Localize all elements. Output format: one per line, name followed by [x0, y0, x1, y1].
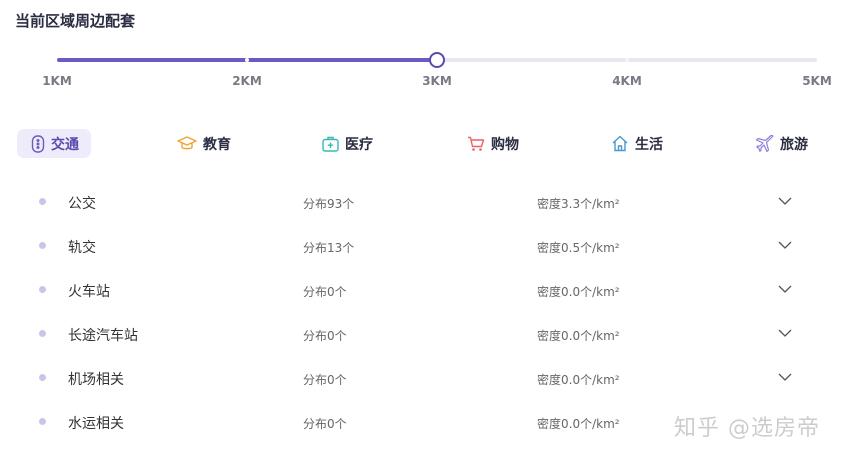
tab-label: 教育: [203, 136, 231, 153]
bullet-dot: [39, 330, 46, 337]
list-item-airport[interactable]: 机场相关 分布0个 密度0.0个/km²: [0, 356, 855, 400]
facility-name: 轨交: [68, 240, 96, 256]
facility-name: 水运相关: [68, 416, 124, 432]
chevron-down-icon[interactable]: [777, 328, 793, 338]
facility-count: 分布0个: [303, 329, 347, 343]
facility-density: 密度0.5个/km²: [537, 241, 620, 255]
shopping-cart-icon: [468, 136, 485, 151]
list-item-train-station[interactable]: 火车站 分布0个 密度0.0个/km²: [0, 268, 855, 312]
tab-label: 旅游: [780, 136, 808, 153]
bullet-dot: [39, 374, 46, 381]
slider-tick-label[interactable]: 2KM: [232, 74, 262, 88]
facility-count: 分布0个: [303, 373, 347, 387]
facility-density: 密度0.0个/km²: [537, 285, 620, 299]
tab-shopping[interactable]: 购物: [453, 129, 531, 158]
chevron-down-icon[interactable]: [777, 372, 793, 382]
slider-tick-label[interactable]: 5KM: [802, 74, 832, 88]
facility-name: 公交: [68, 196, 96, 212]
tab-medical[interactable]: 医疗: [308, 129, 385, 158]
facility-count: 分布0个: [303, 285, 347, 299]
house-icon: [612, 135, 628, 152]
facility-count: 分布93个: [303, 197, 355, 211]
tab-education[interactable]: 教育: [163, 129, 243, 158]
list-item-rail[interactable]: 轨交 分布13个 密度0.5个/km²: [0, 224, 855, 268]
bullet-dot: [39, 418, 46, 425]
facility-name: 火车站: [68, 284, 110, 300]
bullet-dot: [39, 286, 46, 293]
chevron-down-icon[interactable]: [777, 196, 793, 206]
bullet-dot: [39, 198, 46, 205]
slider-tick-label[interactable]: 3KM: [422, 74, 452, 88]
bullet-dot: [39, 242, 46, 249]
facility-density: 密度0.0个/km²: [537, 417, 620, 431]
facility-name: 长途汽车站: [68, 328, 138, 344]
chevron-down-icon[interactable]: [777, 240, 793, 250]
facility-density: 密度3.3个/km²: [537, 197, 620, 211]
slider-tick-label[interactable]: 1KM: [42, 74, 72, 88]
tab-traffic[interactable]: 交通: [17, 129, 91, 158]
list-item-bus[interactable]: 公交 分布93个 密度3.3个/km²: [0, 180, 855, 224]
tab-label: 医疗: [345, 136, 373, 153]
slider-tick-dot: [625, 58, 629, 62]
chevron-down-icon[interactable]: [777, 284, 793, 294]
graduation-cap-icon: [177, 135, 197, 149]
tab-label: 交通: [51, 136, 79, 153]
radius-slider[interactable]: [57, 50, 817, 70]
category-tabs: 交通 教育 医疗 购物 生活 旅游: [17, 129, 837, 159]
tab-label: 生活: [635, 136, 663, 153]
facility-density: 密度0.0个/km²: [537, 329, 620, 343]
medical-kit-icon: [322, 136, 339, 152]
facility-count: 分布0个: [303, 417, 347, 431]
slider-tick-dot: [245, 58, 249, 62]
tab-label: 购物: [491, 136, 519, 153]
slider-tick-label[interactable]: 4KM: [612, 74, 642, 88]
list-item-coach-station[interactable]: 长途汽车站 分布0个 密度0.0个/km²: [0, 312, 855, 356]
watermark: 知乎 @选房帝: [674, 416, 820, 441]
section-title: 当前区域周边配套: [15, 12, 136, 30]
tab-life[interactable]: 生活: [597, 129, 675, 158]
airplane-icon: [756, 134, 774, 152]
slider-thumb[interactable]: [429, 52, 445, 68]
facility-count: 分布13个: [303, 241, 355, 255]
facility-density: 密度0.0个/km²: [537, 373, 620, 387]
tab-travel[interactable]: 旅游: [742, 129, 820, 158]
facility-name: 机场相关: [68, 372, 124, 388]
traffic-light-icon: [31, 134, 45, 153]
